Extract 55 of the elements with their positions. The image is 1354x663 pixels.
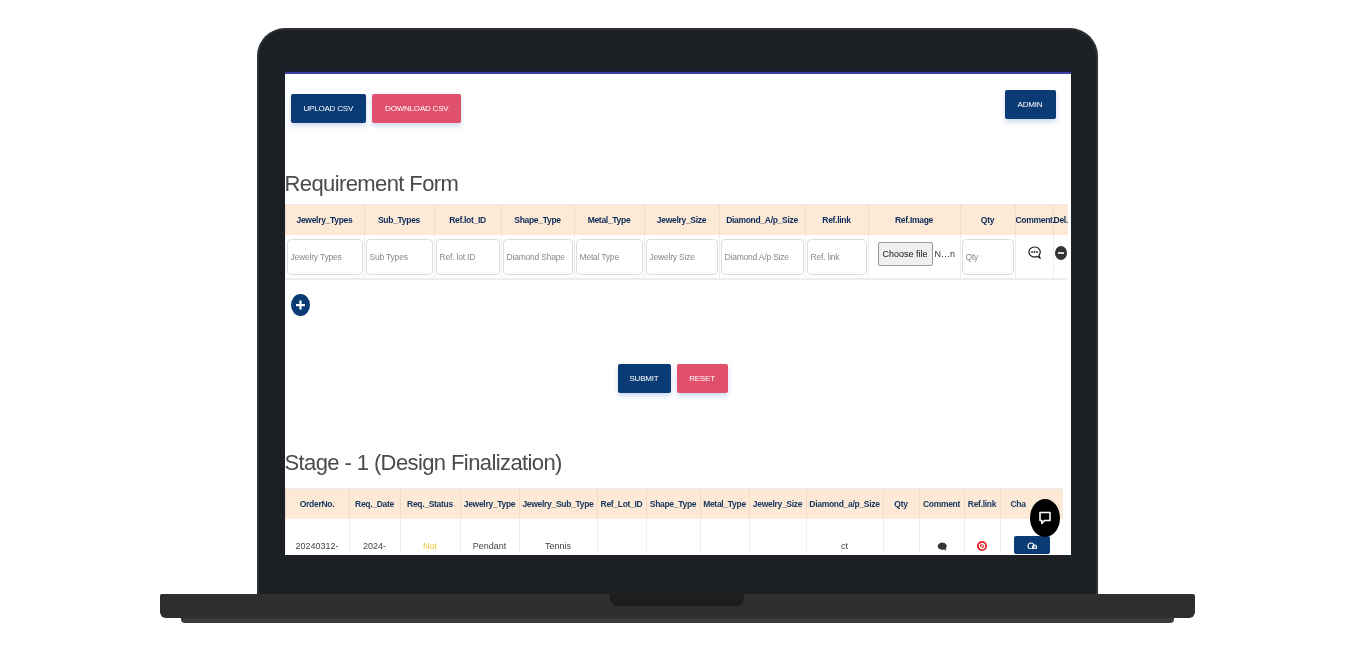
- comment-icon[interactable]: [936, 542, 947, 551]
- column-header: Ref.lot_ID: [434, 204, 501, 235]
- column-header: Shape_Type: [646, 488, 700, 519]
- column-header: Sub_Types: [364, 204, 434, 235]
- column-header: Ref.link: [805, 204, 868, 235]
- table-cell: 2024-: [363, 541, 386, 551]
- column-header: Metal_Type: [574, 204, 644, 235]
- column-header: Ref.Image: [868, 204, 960, 235]
- input-field[interactable]: Metal Type: [575, 238, 643, 275]
- column-header: Comment: [919, 488, 964, 519]
- input-field[interactable]: Diamond A/p Size: [720, 238, 804, 275]
- input-field[interactable]: Qty: [961, 238, 1014, 275]
- input-field[interactable]: Ref. link: [806, 238, 867, 275]
- reset-button[interactable]: RESET: [676, 364, 728, 393]
- column-header: Shape_Type: [501, 204, 574, 235]
- comment-icon[interactable]: [1027, 246, 1041, 260]
- input-field[interactable]: Diamond Shape: [502, 238, 573, 275]
- minus-icon[interactable]: [1054, 245, 1067, 260]
- column-header: Jewelry_Size: [749, 488, 806, 519]
- column-header: Jewelry_Sub_Type: [519, 488, 597, 519]
- download-button[interactable]: DOWNLOAD CSV: [372, 94, 462, 123]
- choose-file-button[interactable]: Choose file: [877, 241, 933, 266]
- column-header: Metal_Type: [700, 488, 749, 519]
- column-header: Req._Status: [400, 488, 460, 519]
- column-header: Diamond_a/p_Size: [806, 488, 883, 519]
- column-header: OrderNo.: [285, 488, 349, 519]
- column-header: Del.: [1053, 204, 1068, 235]
- input-field[interactable]: Jewelry Size: [645, 238, 718, 275]
- input-field[interactable]: Sub Types: [365, 238, 433, 275]
- column-header: Ref_Lot_ID: [597, 488, 646, 519]
- status-text: Not: [423, 541, 437, 551]
- column-header: Comment.: [1015, 204, 1053, 235]
- table-cell: 20240312-: [295, 541, 339, 551]
- table-cell: Pendant: [472, 541, 507, 551]
- column-header: Jewelry_Type: [460, 488, 519, 519]
- upload-button[interactable]: UPLOAD CSV: [290, 94, 367, 123]
- admin-button[interactable]: ADMIN: [1004, 90, 1056, 119]
- column-header: Ref.link: [964, 488, 1000, 519]
- link-icon[interactable]: [977, 541, 987, 551]
- column-header: Qty: [960, 204, 1015, 235]
- plus-icon[interactable]: [290, 294, 310, 316]
- file-name: N…n: [934, 248, 956, 259]
- column-header: Req._Date: [349, 488, 400, 519]
- input-field[interactable]: Jewelry Types: [286, 238, 363, 275]
- column-header: Qty: [883, 488, 919, 519]
- section-title: Stage - 1 (Design Finalization): [284, 450, 563, 477]
- table-cell: ct: [841, 541, 848, 551]
- section-title: Requirement Form: [284, 171, 460, 198]
- column-header: Jewelry_Types: [285, 204, 364, 235]
- submit-button[interactable]: SUBMIT: [617, 364, 671, 393]
- table-cell: Tennis: [545, 541, 571, 551]
- column-header: Jewelry_Size: [644, 204, 719, 235]
- column-header: Diamond_A/p_Size: [719, 204, 805, 235]
- input-field[interactable]: Ref. lot ID: [435, 238, 500, 275]
- chat-button[interactable]: [1013, 535, 1050, 554]
